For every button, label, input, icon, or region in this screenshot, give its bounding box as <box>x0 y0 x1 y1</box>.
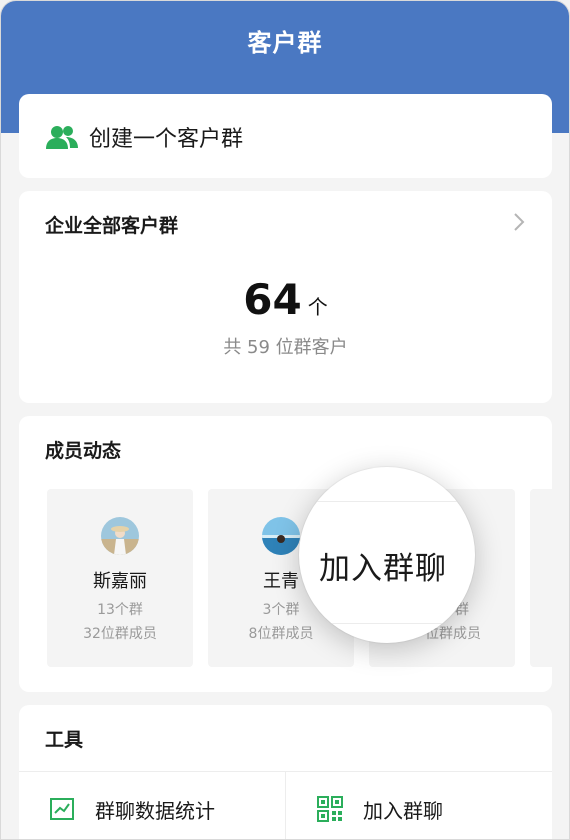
member-group-count: 13个群 <box>97 602 143 618</box>
create-group-label: 创建一个客户群 <box>89 127 244 152</box>
divider <box>299 501 475 502</box>
create-group-button[interactable]: 创建一个客户群 <box>19 94 552 178</box>
page-title: 客户群 <box>247 29 323 57</box>
group-customers-total: 共 59 位群客户 <box>223 337 348 358</box>
group-count-unit: 个 <box>307 295 328 319</box>
app-window: 客户群 创建一个客户群 企业全部客户群 64个 共 59 位群客户 成员动态 <box>0 0 570 840</box>
divider <box>285 771 286 839</box>
member-tile[interactable] <box>530 489 552 667</box>
member-tile[interactable]: 斯嘉丽 13个群 32位群成员 <box>47 489 193 667</box>
all-groups-card[interactable]: 企业全部客户群 64 个 共 59 位群客户 <box>19 191 552 403</box>
magnified-join-group-label: 加入群聊 <box>319 551 447 587</box>
avatar <box>262 517 300 555</box>
all-groups-title: 企业全部客户群 <box>45 215 179 237</box>
divider <box>299 623 475 624</box>
member-member-count: 8位群成员 <box>248 626 314 642</box>
avatar <box>101 517 139 555</box>
qr-code-icon <box>317 796 343 822</box>
member-activity-title: 成员动态 <box>45 440 122 462</box>
tools-card: 工具 群聊数据统计 加入群聊 <box>19 705 552 839</box>
join-group-label: 加入群聊 <box>363 799 443 823</box>
member-name: 斯嘉丽 <box>93 571 147 592</box>
group-count: 64 个 <box>19 275 552 324</box>
chart-icon <box>50 798 74 820</box>
chevron-right-icon <box>514 213 525 231</box>
group-stats-label: 群聊数据统计 <box>95 799 215 823</box>
member-member-count: 32位群成员 <box>83 626 157 642</box>
users-icon <box>46 126 78 149</box>
group-count-value: 64 <box>243 275 302 324</box>
magnifier-overlay: 加入群聊 <box>299 467 475 643</box>
tools-title: 工具 <box>45 729 84 751</box>
